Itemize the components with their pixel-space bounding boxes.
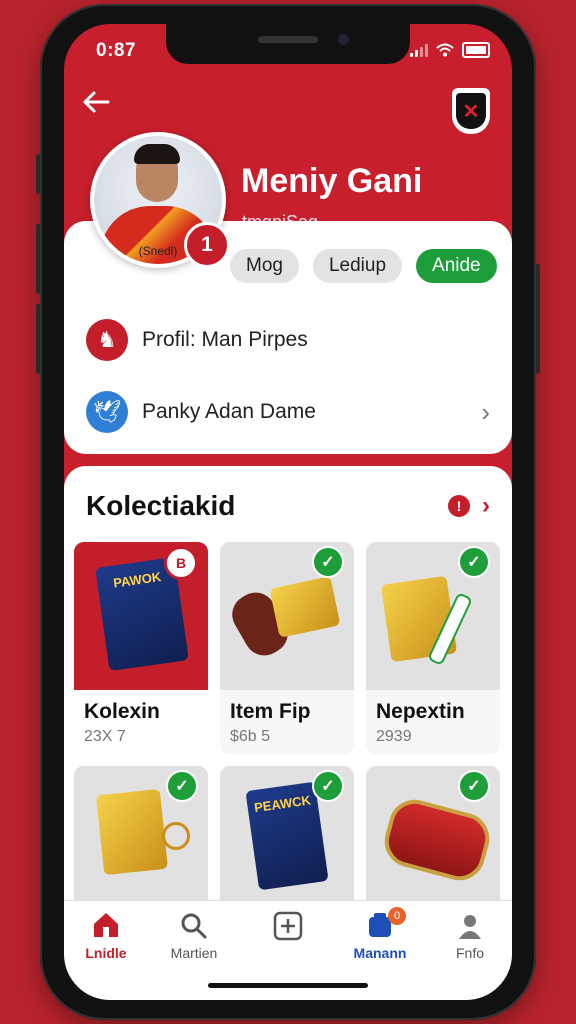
battery-icon xyxy=(462,42,490,58)
menu-item-profile[interactable]: ♞ Profil: Man Pirpes xyxy=(86,317,490,363)
tile-price: 2939 xyxy=(376,728,412,745)
menu-item-panky[interactable]: 🕊 Panky Adan Dame › xyxy=(86,389,490,435)
home-indicator[interactable] xyxy=(208,983,368,988)
nav-item-profile[interactable]: Fnfo xyxy=(430,911,510,961)
horse-icon: ♞ xyxy=(86,319,128,361)
nav-label: Fnfo xyxy=(455,945,484,961)
tile-price: 23X 7 xyxy=(84,728,126,745)
status-icons xyxy=(410,42,490,58)
check-icon: ✓ xyxy=(312,770,344,802)
card-pack-image: PEAWCK xyxy=(245,781,329,891)
tile-title: Kolexin xyxy=(84,700,160,723)
gold-pack-image xyxy=(269,576,341,638)
collection-card: Kolectiakid ! › PAWOK B Kolexin 23X 7 ✓ … xyxy=(64,466,512,926)
volume-down-button xyxy=(36,304,40,374)
collection-tile[interactable]: ✓ Nepextin 2939 xyxy=(366,542,500,754)
signal-icon xyxy=(410,43,428,57)
add-icon xyxy=(248,911,328,943)
tile-price: $6b 5 xyxy=(230,728,271,745)
arrow-left-icon xyxy=(83,91,110,113)
menu-item-label: Profil: Man Pirpes xyxy=(142,328,308,351)
check-icon: ✓ xyxy=(458,770,490,802)
nav-item-manann[interactable]: 0 Manann xyxy=(340,907,420,961)
chip-anide[interactable]: Anide xyxy=(416,249,497,283)
volume-up-button xyxy=(36,224,40,294)
nav-item-home[interactable]: Lnidle xyxy=(66,911,146,961)
power-button xyxy=(536,264,540,374)
section-info-icon[interactable]: ! xyxy=(448,495,470,517)
section-title: Kolectiakid xyxy=(86,490,236,521)
menu-item-label: Panky Adan Dame xyxy=(142,400,316,423)
status-bar: 0:87 xyxy=(64,40,512,64)
nav-label: Manann xyxy=(353,945,407,961)
back-button[interactable] xyxy=(82,90,110,120)
tin-image xyxy=(378,793,496,887)
search-icon xyxy=(154,911,234,943)
section-controls: ! › xyxy=(448,492,490,520)
club-crest-icon[interactable]: ✕ xyxy=(452,88,490,134)
tile-title: Nepextin xyxy=(376,700,465,723)
home-icon xyxy=(66,911,146,943)
tile-badge-icon: B xyxy=(164,546,198,580)
profile-name: Meniy Gani xyxy=(241,162,423,200)
keyring-image xyxy=(162,822,190,850)
profile-icon xyxy=(430,911,510,943)
mute-switch xyxy=(36,154,40,194)
app-screen: 0:87 ✕ (Snedl) 1 Meniy Gani tmgpiSag xyxy=(64,24,512,1000)
nav-label: Martien xyxy=(170,945,218,961)
collection-tile[interactable]: ✓ Item Fip $6b 5 xyxy=(220,542,354,754)
chip-lediup[interactable]: Lediup xyxy=(312,249,403,283)
chevron-right-icon: › xyxy=(481,396,490,427)
check-icon: ✓ xyxy=(312,546,344,578)
collection-tile[interactable]: PAWOK B Kolexin 23X 7 xyxy=(74,542,208,754)
chevron-right-icon[interactable]: › xyxy=(482,492,490,520)
bottom-nav: Lnidle Martien 0 Manann Fnfo xyxy=(64,900,512,1000)
notification-badge[interactable]: 1 xyxy=(184,222,230,268)
check-icon: ✓ xyxy=(458,546,490,578)
tile-title: Item Fip xyxy=(230,700,311,723)
status-time: 0:87 xyxy=(96,40,137,61)
bird-icon: 🕊 xyxy=(86,391,128,433)
chip-group: Mog Lediup Anide xyxy=(230,249,497,283)
check-icon: ✓ xyxy=(166,770,198,802)
cards-icon: 0 xyxy=(340,907,420,943)
gold-pack-image xyxy=(95,788,169,876)
nav-item-search[interactable]: Martien xyxy=(154,911,234,961)
nav-label: Lnidle xyxy=(85,945,127,961)
wifi-icon xyxy=(436,43,454,57)
nav-item-add[interactable] xyxy=(248,911,328,943)
nav-badge: 0 xyxy=(388,907,406,925)
chip-mog[interactable]: Mog xyxy=(230,249,299,283)
